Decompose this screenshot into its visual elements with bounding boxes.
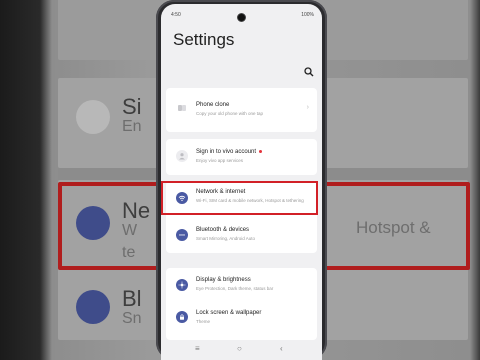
status-bar: 4:50 100% [171, 12, 314, 20]
bg-text-3: Bl [122, 286, 142, 311]
bg-sub-2: W [122, 222, 138, 239]
bg-text-1: Si [122, 94, 142, 119]
item-subtitle: Smart Mirroring, Android Auto [196, 236, 256, 241]
item-subtitle: Copy your old phone with one tap [196, 111, 264, 116]
card-display: Display & brightness Eye Protection, Dar… [166, 268, 317, 340]
chevron-right-icon: › [306, 104, 309, 111]
item-subtitle: Eye Protection, Dark theme, status bar [196, 286, 274, 291]
item-title-text: Sign in to vivo account [196, 149, 257, 155]
search-icon[interactable] [304, 67, 314, 77]
status-time: 4:50 [171, 12, 181, 18]
bg-text-2: Ne [122, 198, 151, 223]
card-account: Sign in to vivo account Enjoy vivo app s… [166, 139, 317, 175]
lock-icon [176, 311, 188, 323]
item-subtitle: Theme [196, 319, 211, 324]
bg-sub-2-right: Hotspot & [356, 218, 431, 237]
brightness-icon [176, 279, 188, 291]
status-battery: 100% [301, 12, 314, 18]
item-title: Bluetooth & devices [196, 227, 250, 233]
item-title: Display & brightness [196, 277, 251, 283]
list-item-lock-screen[interactable]: Lock screen & wallpaper Theme [166, 304, 317, 338]
navigation-bar: ≡ ○ ‹ [161, 344, 322, 356]
list-item-display[interactable]: Display & brightness Eye Protection, Dar… [166, 268, 317, 302]
list-item-phone-clone[interactable]: Phone clone Copy your old phone with one… [166, 88, 317, 132]
bg-sub-2b: te [122, 244, 136, 261]
account-icon [176, 150, 188, 162]
bg-bluetooth-icon [76, 290, 110, 324]
list-item-bluetooth[interactable]: Bluetooth & devices Smart Mirroring, And… [166, 221, 317, 253]
back-icon[interactable]: ‹ [280, 344, 283, 353]
item-subtitle: Enjoy vivo app services [196, 158, 244, 163]
menu-icon[interactable]: ≡ [195, 344, 200, 353]
bg-sub-3: Sn [122, 310, 142, 327]
item-title: Phone clone [196, 102, 230, 108]
list-item-vivo-account[interactable]: Sign in to vivo account Enjoy vivo app s… [166, 139, 317, 175]
bg-wifi-icon [76, 206, 110, 240]
item-title: Sign in to vivo account [196, 149, 263, 155]
bluetooth-icon [176, 229, 188, 241]
bg-sub-1: En [122, 118, 142, 135]
highlight-box [161, 181, 318, 215]
phone-clone-icon [176, 102, 188, 114]
home-icon[interactable]: ○ [237, 344, 242, 353]
item-title: Lock screen & wallpaper [196, 310, 262, 316]
card-phone-clone: Phone clone Copy your old phone with one… [166, 88, 317, 132]
bg-account-icon [76, 100, 110, 134]
notification-dot [259, 149, 263, 153]
page-title: Settings [173, 30, 235, 49]
phone-frame: 4:50 100% Settings Phone clone Copy your… [156, 0, 327, 360]
